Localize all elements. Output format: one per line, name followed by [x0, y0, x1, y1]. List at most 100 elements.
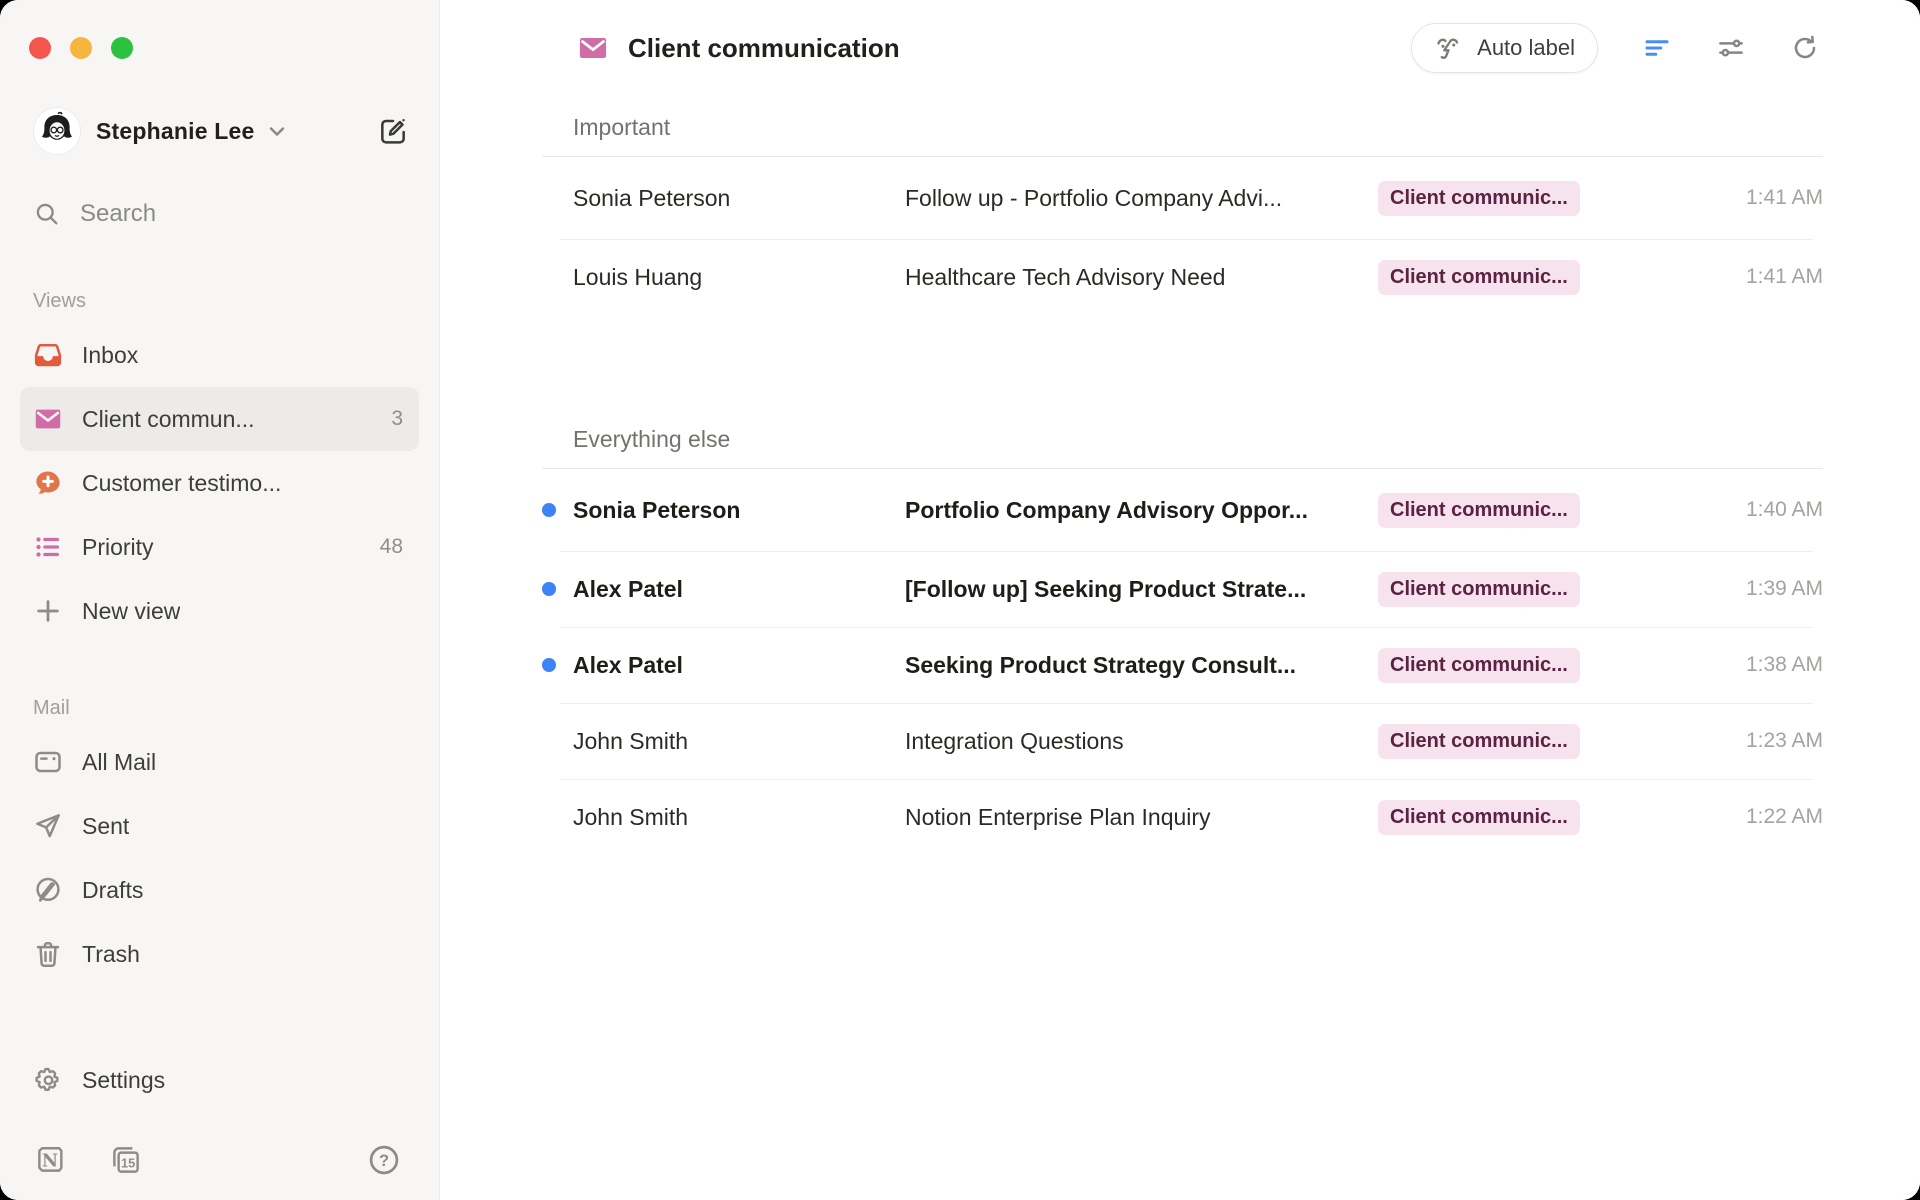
email-label-badge: Client communic...	[1378, 260, 1580, 295]
email-sender: John Smith	[573, 804, 905, 831]
help-icon[interactable]: ?	[366, 1142, 402, 1178]
unread-dot	[542, 503, 556, 517]
page-title: Client communication	[628, 33, 900, 64]
views-section-label: Views	[33, 290, 419, 313]
sidebar-item-label: Trash	[82, 941, 140, 968]
email-row[interactable]: Louis Huang Healthcare Tech Advisory Nee…	[542, 239, 1823, 315]
email-subject: Integration Questions	[905, 728, 1378, 755]
email-label-badge: Client communic...	[1378, 648, 1580, 683]
notion-app-icon[interactable]: N	[33, 1143, 67, 1177]
compose-button[interactable]	[377, 115, 409, 147]
email-sender: Alex Patel	[573, 576, 905, 603]
sidebar-item-label: Priority	[82, 534, 154, 561]
email-row[interactable]: Sonia Peterson Follow up - Portfolio Com…	[542, 157, 1823, 239]
email-time: 1:41 AM	[1684, 186, 1823, 210]
email-row[interactable]: Alex Patel Seeking Product Strategy Cons…	[542, 627, 1823, 703]
sidebar-footer: N 15 ?	[20, 1142, 419, 1178]
sidebar-item-inbox[interactable]: Inbox	[20, 323, 419, 387]
email-label-badge: Client communic...	[1378, 800, 1580, 835]
email-sender: John Smith	[573, 728, 905, 755]
email-row[interactable]: Sonia Peterson Portfolio Company Advisor…	[542, 469, 1823, 551]
all-mail-icon	[33, 747, 63, 777]
main-header: Client communication Auto label	[440, 0, 1920, 96]
email-subject: Seeking Product Strategy Consult...	[905, 652, 1378, 679]
unread-dot	[542, 658, 556, 672]
sidebar-bottom: Settings N 15	[0, 1048, 439, 1200]
display-settings-sliders-icon[interactable]	[1716, 33, 1746, 63]
search-placeholder: Search	[80, 200, 156, 228]
close-window-button[interactable]	[29, 37, 51, 59]
app-window: Stephanie Lee Search Views	[0, 0, 1920, 1200]
mail-label-icon	[33, 404, 63, 434]
sidebar-item-label: Client commun...	[82, 406, 255, 433]
header-actions: Auto label	[1411, 23, 1820, 73]
gear-icon	[33, 1065, 63, 1095]
label-envelope-icon	[577, 32, 609, 64]
sidebar-item-priority[interactable]: Priority 48	[20, 515, 419, 579]
email-time: 1:23 AM	[1684, 729, 1823, 753]
email-sender: Alex Patel	[573, 652, 905, 679]
sidebar-item-count: 3	[391, 407, 403, 431]
plus-icon	[33, 596, 63, 626]
sidebar-item-label: All Mail	[82, 749, 156, 776]
sidebar-item-label: Inbox	[82, 342, 138, 369]
email-row[interactable]: John Smith Notion Enterprise Plan Inquir…	[542, 779, 1823, 855]
email-time: 1:40 AM	[1684, 498, 1823, 522]
email-section-important: Important Sonia Peterson Follow up - Por…	[542, 114, 1823, 315]
notion-calendar-icon[interactable]: 15	[109, 1143, 143, 1177]
sent-icon	[33, 811, 63, 841]
email-section-everything-else: Everything else Sonia Peterson Portfolio…	[542, 426, 1823, 855]
drafts-icon	[33, 875, 63, 905]
svg-text:N: N	[42, 1151, 58, 1172]
svg-text:15: 15	[121, 1156, 135, 1171]
email-time: 1:41 AM	[1684, 265, 1823, 289]
sidebar-item-drafts[interactable]: Drafts	[20, 858, 419, 922]
email-time: 1:22 AM	[1684, 805, 1823, 829]
window-controls	[0, 0, 439, 59]
email-subject: Healthcare Tech Advisory Need	[905, 264, 1378, 291]
minimize-window-button[interactable]	[70, 37, 92, 59]
sidebar-item-settings[interactable]: Settings	[20, 1048, 419, 1112]
svg-text:?: ?	[379, 1152, 389, 1170]
search-icon	[33, 200, 61, 228]
email-label-badge: Client communic...	[1378, 493, 1580, 528]
sidebar-item-new-view[interactable]: New view	[20, 579, 419, 643]
email-sender: Sonia Peterson	[573, 497, 905, 524]
account-switcher[interactable]: Stephanie Lee	[20, 103, 419, 159]
sidebar: Stephanie Lee Search Views	[0, 0, 440, 1200]
email-time: 1:38 AM	[1684, 653, 1823, 677]
sidebar-item-customer-testimonials[interactable]: Customer testimo...	[20, 451, 419, 515]
refresh-icon[interactable]	[1790, 33, 1820, 63]
email-row[interactable]: John Smith Integration Questions Client …	[542, 703, 1823, 779]
chevron-down-icon	[265, 119, 289, 143]
section-title: Everything else	[573, 426, 1823, 453]
sidebar-item-trash[interactable]: Trash	[20, 922, 419, 986]
email-list: Important Sonia Peterson Follow up - Por…	[440, 96, 1920, 855]
email-subject: Notion Enterprise Plan Inquiry	[905, 804, 1378, 831]
sidebar-item-sent[interactable]: Sent	[20, 794, 419, 858]
email-label-badge: Client communic...	[1378, 724, 1580, 759]
sidebar-item-label: New view	[82, 598, 180, 625]
email-time: 1:39 AM	[1684, 577, 1823, 601]
email-sender: Sonia Peterson	[573, 185, 905, 212]
sidebar-nav: Views Inbox Client c	[0, 236, 439, 986]
sidebar-item-client-communication[interactable]: Client commun... 3	[20, 387, 419, 451]
sidebar-item-label: Customer testimo...	[82, 470, 281, 497]
user-name: Stephanie Lee	[96, 118, 255, 145]
section-title: Important	[573, 114, 1823, 141]
search-input[interactable]: Search	[20, 192, 419, 236]
sidebar-item-all-mail[interactable]: All Mail	[20, 730, 419, 794]
chat-plus-icon	[33, 468, 63, 498]
unread-dot	[542, 582, 556, 596]
inbox-icon	[33, 340, 63, 370]
zoom-window-button[interactable]	[111, 37, 133, 59]
email-row[interactable]: Alex Patel [Follow up] Seeking Product S…	[542, 551, 1823, 627]
sidebar-item-label: Sent	[82, 813, 129, 840]
main-panel: Client communication Auto label	[440, 0, 1920, 1200]
email-subject: [Follow up] Seeking Product Strate...	[905, 576, 1378, 603]
auto-label-button-label: Auto label	[1477, 35, 1575, 61]
priority-list-icon	[33, 532, 63, 562]
auto-label-button[interactable]: Auto label	[1411, 23, 1598, 73]
filter-icon[interactable]	[1642, 33, 1672, 63]
avatar	[34, 108, 80, 154]
